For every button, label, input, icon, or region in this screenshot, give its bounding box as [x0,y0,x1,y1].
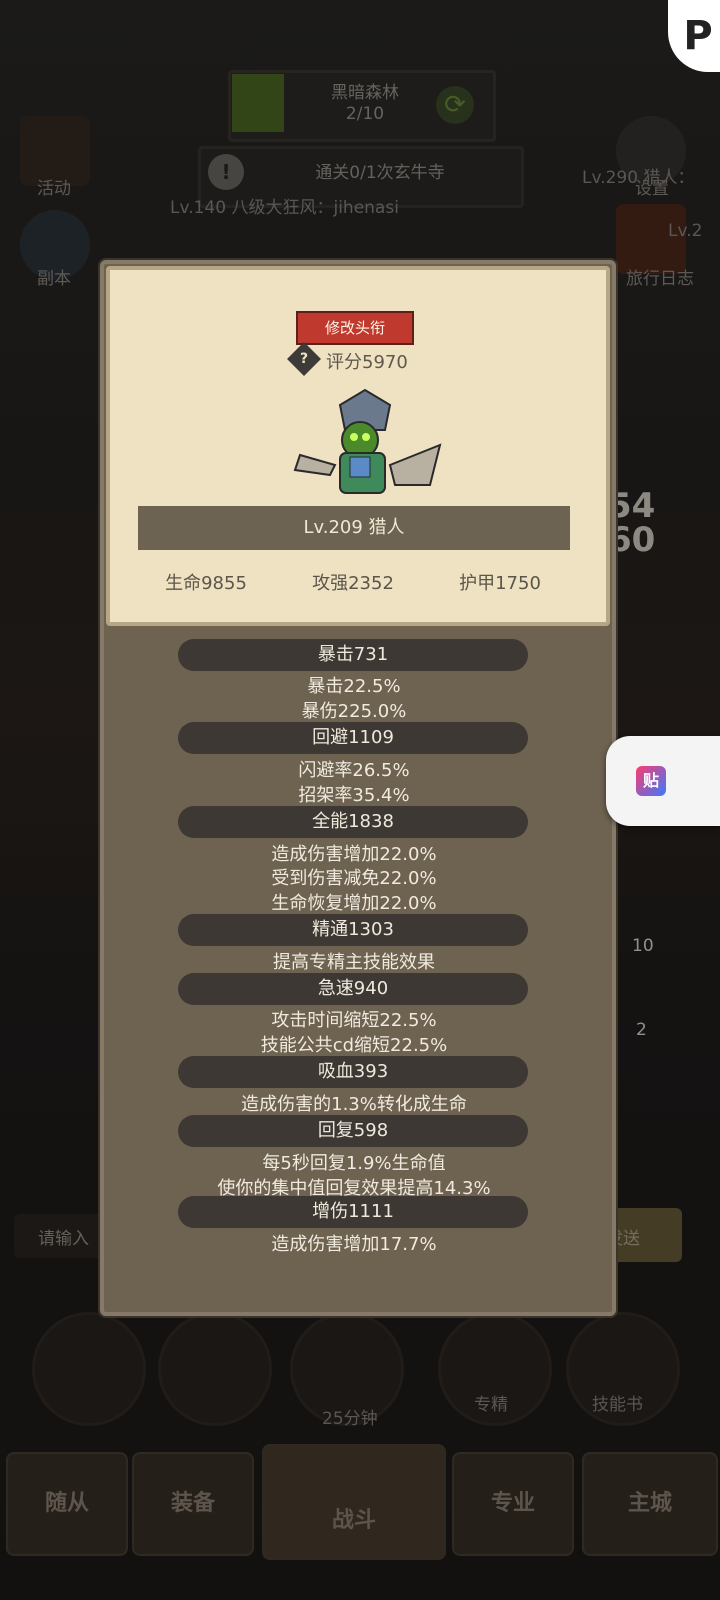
versatility-line-2: 受到伤害减免22.0% [271,868,437,889]
hunter-character-sprite [293,388,442,494]
section-lifesteal: 吸血393 [178,1056,528,1088]
help-icon[interactable]: ? [287,342,321,376]
avoidance-line-2: 招架率35.4% [298,785,410,806]
regen-line-1: 每5秒回复1.9%生命值 [262,1153,446,1174]
lifesteal-line-1: 造成伤害的1.3%转化成生命 [241,1094,467,1115]
section-mastery: 精通1303 [178,914,528,946]
stat-health: 生命9855 [165,573,247,594]
versatility-line-1: 造成伤害增加22.0% [271,844,437,865]
haste-line-1: 攻击时间缩短22.5% [271,1010,437,1031]
section-regen: 回复598 [178,1115,528,1147]
damage-bonus-line-1: 造成伤害增加17.7% [271,1234,437,1255]
section-haste: 急速940 [178,973,528,1005]
section-versatility: 全能1838 [178,806,528,838]
avoidance-line-1: 闪避率26.5% [298,760,410,781]
haste-line-2: 技能公共cd缩短22.5% [260,1035,448,1056]
stat-armor: 护甲1750 [459,573,541,594]
crit-line-1: 暴击22.5% [307,676,401,697]
crit-line-2: 暴伤225.0% [301,701,407,722]
section-damage-bonus: 增伤1111 [178,1196,528,1228]
section-crit: 暴击731 [178,639,528,671]
stat-attack-power: 攻强2352 [312,573,394,594]
versatility-line-3: 生命恢复增加22.0% [271,893,437,914]
mastery-line-1: 提高专精主技能效果 [273,952,435,973]
character-name-bar: Lv.209 猎人 [138,506,570,550]
rename-title-button[interactable]: 修改头衔 [296,311,414,345]
section-avoidance: 回避1109 [178,722,528,754]
score-label: 评分5970 [326,352,408,373]
paste-icon[interactable]: 贴 [636,766,666,796]
